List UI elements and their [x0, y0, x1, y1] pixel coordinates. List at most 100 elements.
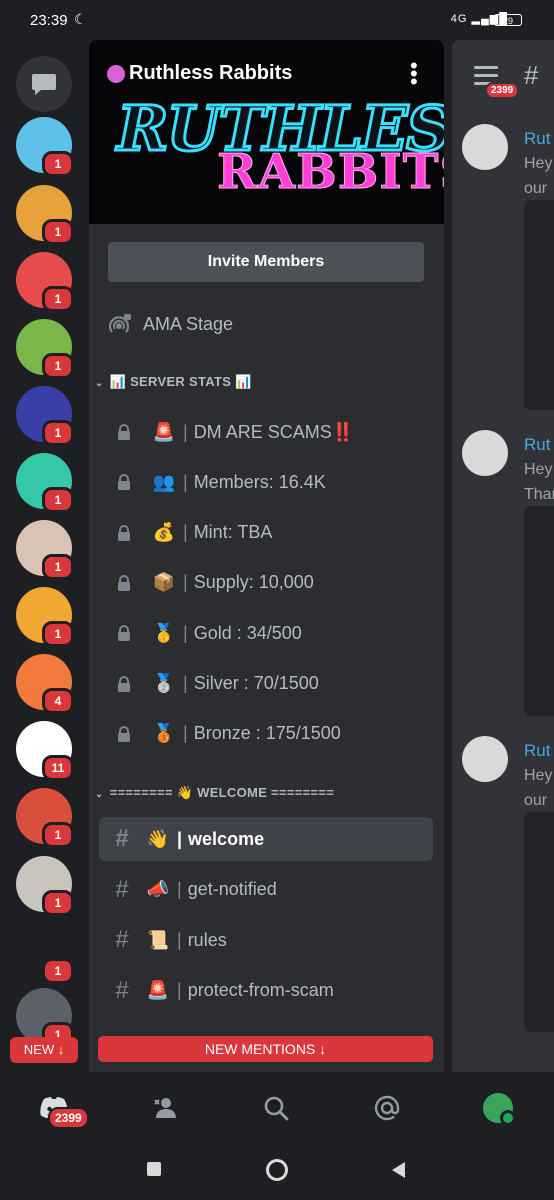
home-unread-badge: 2399 — [48, 1107, 89, 1129]
text-channel-get-notified[interactable]: # 📣 | get-notified — [99, 868, 433, 912]
mentions-tab[interactable] — [369, 1090, 405, 1126]
channel-name: welcome — [188, 828, 265, 849]
avatar[interactable] — [462, 124, 508, 170]
stat-channel[interactable]: 💰 | Mint: TBA — [99, 511, 433, 555]
server-icon-robot-server[interactable]: 4 — [16, 654, 74, 714]
server-options-icon[interactable]: • • • — [410, 55, 418, 93]
separator: | — [183, 572, 188, 593]
separator: | — [177, 980, 182, 1000]
search-icon — [264, 1096, 289, 1121]
new-unreads-pill[interactable]: NEW ↓ — [10, 1037, 78, 1063]
stat-channel[interactable]: 🚨 | DM ARE SCAMS‼️ — [99, 410, 433, 454]
battery-icon: 29 — [494, 14, 522, 26]
text-channel-rules[interactable]: # 📜 | rules — [99, 918, 433, 962]
at-sign-icon — [374, 1095, 400, 1121]
search-tab[interactable] — [258, 1090, 294, 1126]
invite-members-button[interactable]: Invite Members — [108, 242, 424, 282]
channel-name: get-notified — [187, 879, 277, 899]
server-icon-orange-ape-server[interactable]: 1 — [16, 587, 74, 647]
channel-name: Silver : 70/1500 — [193, 673, 319, 693]
stat-channel[interactable]: 🥈 | Silver : 70/1500 — [99, 662, 433, 706]
lock-icon — [118, 524, 130, 541]
message-embed[interactable] — [524, 812, 554, 1032]
message-author[interactable]: Rut — [524, 129, 550, 149]
avatar[interactable] — [462, 736, 508, 782]
stat-channel[interactable]: 🥇 | Gold : 34/500 — [99, 611, 433, 655]
message-author[interactable]: Rut — [524, 741, 550, 761]
avatar[interactable] — [462, 430, 508, 476]
lock-icon — [118, 474, 130, 491]
server-icon-turtle-server[interactable]: 1 — [16, 924, 74, 984]
mention-badge: 1 — [42, 554, 74, 580]
unread-badge: 2399 — [485, 82, 520, 99]
message-text: Thar — [524, 486, 554, 503]
system-nav-bar — [0, 1142, 554, 1200]
message-embed[interactable] — [524, 506, 554, 716]
server-icon-woman-photo-server[interactable]: 1 — [16, 520, 74, 580]
separator: | — [177, 828, 183, 849]
server-icon-discord-red-server[interactable]: 1 — [16, 252, 74, 312]
text-channel-protect-from-scam[interactable]: # 🚨 | protect-from-scam — [99, 969, 433, 1013]
chat-preview[interactable]: 2399 # Rut Hey our Rut Hey Thar Rut Hey … — [452, 40, 554, 1072]
server-icon-detective-server[interactable]: 1 — [16, 788, 74, 848]
server-icon-anime-girl-server[interactable]: 1 — [16, 386, 74, 446]
channel-name: protect-from-scam — [187, 980, 334, 1000]
lock-icon-wrap — [113, 625, 135, 642]
hashtag-icon: # — [115, 976, 129, 1004]
avatar — [483, 1093, 516, 1126]
separator: | — [177, 879, 182, 899]
category-welcome[interactable]: ⌄ ======== 👋 WELCOME ======== — [95, 785, 334, 801]
server-banner[interactable]: Ruthless Rabbits ••• RUTHLESS RABBITS — [89, 40, 444, 224]
stat-channel[interactable]: 👥 | Members: 16.4K — [99, 460, 433, 504]
mention-badge: 11 — [42, 755, 74, 781]
category-label: ======== 👋 WELCOME ======== — [109, 785, 335, 800]
friends-tab[interactable] — [148, 1090, 184, 1126]
message-embed[interactable] — [524, 200, 554, 410]
server-icon-ape-teal-server[interactable]: 1 — [16, 453, 74, 513]
stage-channel[interactable]: AMA Stage — [107, 308, 233, 340]
message-text: our — [524, 792, 548, 809]
server-icon-ape-server[interactable]: 1 — [16, 185, 74, 245]
friends-icon — [154, 1098, 176, 1118]
mention-badge: 1 — [42, 621, 74, 647]
back-icon[interactable] — [392, 1162, 405, 1178]
mention-badge: 1 — [42, 487, 74, 513]
channel-name: Bronze : 175/1500 — [193, 723, 341, 744]
mention-badge: 1 — [42, 890, 74, 916]
server-icon-discord-grey-server[interactable]: 1 — [16, 988, 74, 1048]
server-icon-target-server[interactable]: 11 — [16, 721, 74, 781]
server-icon-cat-girl-server[interactable]: 1 — [16, 856, 74, 916]
stat-channel[interactable]: 📦 | Supply: 10,000 — [99, 561, 433, 605]
channel-name: Members: 16.4K — [193, 471, 326, 492]
server-icon-hat-character-server[interactable]: 1 — [16, 319, 74, 379]
separator: | — [183, 673, 188, 693]
channel-name: Supply: 10,000 — [193, 572, 314, 593]
channel-emoji: 📣 — [146, 879, 170, 899]
battery-level: 29 — [502, 16, 513, 26]
new-mentions-button[interactable]: NEW MENTIONS ↓ — [98, 1036, 433, 1062]
profile-tab[interactable] — [480, 1090, 516, 1126]
server-icon-blue-face-server[interactable]: 1 — [16, 117, 74, 177]
separator: | — [183, 622, 188, 643]
server-boost-icon — [107, 65, 125, 83]
stat-channel[interactable]: 🥉 | Bronze : 175/1500 — [99, 712, 433, 756]
category-server-stats[interactable]: ⌄ 📊 SERVER STATS 📊 — [95, 374, 252, 390]
lock-icon — [118, 625, 130, 642]
channel-name: DM ARE SCAMS‼️ — [193, 421, 355, 442]
hashtag-icon: # — [115, 875, 129, 903]
mention-badge: 1 — [42, 353, 74, 379]
direct-messages-button[interactable] — [16, 56, 72, 112]
category-label: 📊 SERVER STATS 📊 — [109, 374, 252, 389]
lock-icon-wrap — [113, 574, 135, 591]
channel-panel: Ruthless Rabbits ••• RUTHLESS RABBITS In… — [89, 40, 444, 1072]
channel-name: Gold : 34/500 — [193, 622, 302, 643]
channel-emoji: 🚨 — [152, 421, 176, 442]
hashtag-icon: # — [115, 825, 129, 852]
network-type: 4G — [450, 13, 468, 25]
message-author[interactable]: Rut — [524, 435, 550, 455]
server-rail: 1 1 1 1 1 1 1 1 4 11 1 1 1 1 — [0, 40, 88, 1070]
hashtag-icon: # — [115, 926, 129, 953]
text-channel-welcome[interactable]: # 👋 | welcome — [99, 817, 433, 861]
home-icon[interactable] — [266, 1159, 288, 1181]
recents-icon[interactable] — [147, 1162, 161, 1176]
